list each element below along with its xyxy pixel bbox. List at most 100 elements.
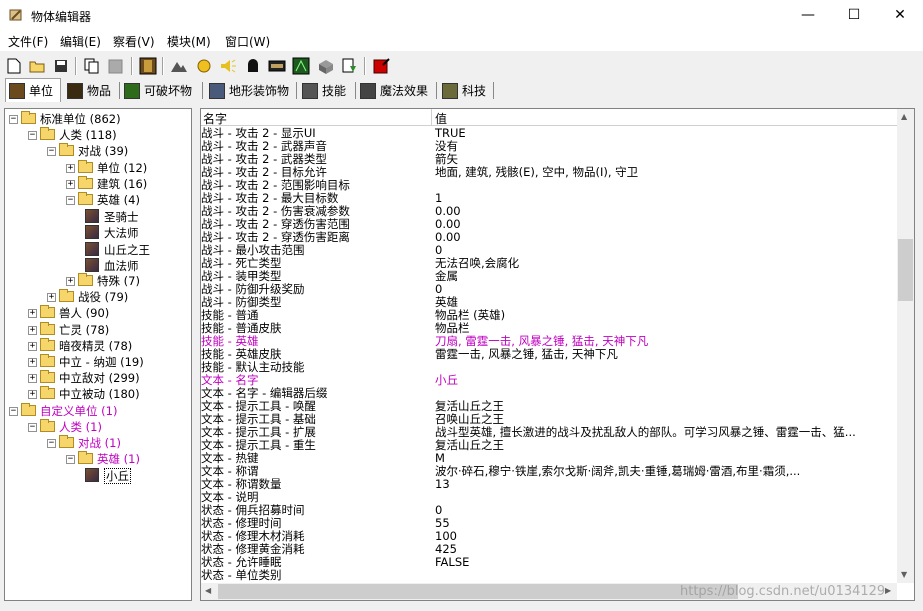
unit-editor-icon[interactable] (138, 56, 158, 76)
expand-icon[interactable]: + (28, 341, 37, 351)
new-icon[interactable] (4, 56, 24, 76)
tree-item-folder[interactable]: 单位 (12) (78, 159, 147, 176)
maximize-button[interactable]: ☐ (831, 0, 877, 30)
tree-item-folder[interactable]: 对战 (1) (59, 435, 121, 451)
table-row[interactable]: 文本 - 说明 (201, 491, 897, 504)
trigger-icon[interactable] (291, 56, 311, 76)
tree-item-folder[interactable]: 自定义单位 (1) (21, 402, 117, 419)
tab-destructibles[interactable]: 可破坏物 (121, 80, 199, 101)
tree-item-unit[interactable]: 圣骑士 (85, 209, 139, 224)
menu-file[interactable]: 文件(F) (8, 33, 48, 50)
open-icon[interactable] (27, 56, 47, 76)
tree-item-folder[interactable]: 英雄 (1) (78, 451, 140, 467)
paste-icon[interactable] (106, 56, 126, 76)
collapse-icon[interactable]: − (66, 196, 75, 205)
expand-icon[interactable]: + (28, 390, 37, 400)
menu-module[interactable]: 模块(M) (167, 33, 211, 50)
tree-item-unit[interactable]: 山丘之王 (85, 241, 150, 257)
tree-item-folder[interactable]: 对战 (39) (59, 143, 128, 159)
column-divider[interactable] (431, 109, 432, 125)
ai-icon[interactable] (340, 56, 360, 76)
tree-item-folder[interactable]: 中立被动 (180) (40, 386, 140, 402)
tree-item-folder[interactable]: 特殊 (7) (78, 273, 140, 289)
table-row[interactable]: 状态 - 允许睡眠 FALSE (201, 556, 897, 569)
tree-item-folder[interactable]: 中立 - 纳迦 (19) (40, 354, 144, 370)
table-row[interactable]: 技能 - 英雄皮肤 雷霆一击, 风暴之锤, 猛击, 天神下凡 (201, 348, 897, 361)
table-row[interactable]: 战斗 - 攻击 2 - 穿透伤害距离 0.00 (201, 231, 897, 244)
tab-abilities[interactable]: 技能 (299, 80, 353, 101)
scroll-right-icon[interactable]: ▶ (885, 586, 891, 595)
expand-icon[interactable]: + (28, 374, 37, 384)
speaker-icon[interactable] (218, 56, 238, 76)
tree-item-folder[interactable]: 人类 (1) (40, 418, 102, 435)
horizontal-scroll-thumb[interactable] (218, 584, 738, 599)
table-row[interactable]: 状态 - 修理黄金消耗 425 (201, 543, 897, 556)
tree-item-folder[interactable]: 亡灵 (78) (40, 321, 109, 338)
object-icon[interactable] (243, 56, 263, 76)
tree-item-folder[interactable]: 标准单位 (862) (21, 111, 121, 127)
expand-icon[interactable]: + (66, 163, 75, 173)
collapse-icon[interactable]: − (66, 455, 75, 465)
object-tree[interactable]: − 标准单位 (862) − 人类 (118) − 对战 (39) + 单位 (12) + 建筑 … (4, 108, 192, 601)
table-row[interactable]: 技能 - 普通 物品栏 (英雄) (201, 309, 897, 322)
tab-upgrades[interactable]: 科技 (439, 80, 493, 101)
collapse-icon[interactable]: − (9, 406, 18, 416)
expand-icon[interactable]: + (66, 179, 75, 189)
table-row[interactable]: 战斗 - 防御类型 英雄 (201, 296, 897, 309)
save-icon[interactable] (51, 56, 71, 76)
minimize-button[interactable]: — (785, 0, 831, 30)
tab-items[interactable]: 物品 (64, 80, 120, 101)
close-button[interactable]: ✕ (877, 0, 923, 30)
expand-icon[interactable]: + (47, 293, 56, 303)
tab-units[interactable]: 单位 (5, 78, 61, 102)
scroll-down-icon[interactable]: ▼ (901, 570, 907, 579)
table-row[interactable]: 状态 - 修理木材消耗 100 (201, 530, 897, 543)
expand-icon[interactable]: + (66, 277, 75, 286)
terrain-icon[interactable] (169, 56, 189, 76)
table-row[interactable]: 文本 - 称谓 波尔·碎石,穆宁·铁崖,索尔戈斯·阔斧,凯夫·重锤,葛瑞姆·雷酒,… (201, 465, 897, 478)
campaign-icon[interactable] (316, 56, 336, 76)
table-row[interactable]: 战斗 - 装甲类型 金属 (201, 270, 897, 283)
tree-item-unit[interactable]: 血法师 (85, 257, 139, 273)
expand-icon[interactable]: + (28, 309, 37, 319)
vertical-scroll-thumb[interactable] (898, 239, 913, 301)
tree-item-folder[interactable]: 人类 (118) (40, 127, 117, 143)
collapse-icon[interactable]: − (47, 439, 56, 448)
property-grid[interactable]: 名字 值 战斗 - 攻击 2 - 显示UI TRUE 战斗 - 攻击 2 - 武器声… (200, 108, 915, 601)
tree-item-folder[interactable]: 战役 (79) (59, 289, 128, 305)
scroll-up-icon[interactable]: ▲ (901, 112, 907, 121)
table-row[interactable]: 状态 - 佣兵招募时间 0 (201, 504, 897, 517)
tab-buffs[interactable]: 魔法效果 (357, 80, 435, 101)
expand-icon[interactable]: + (28, 325, 37, 335)
tree-item-folder[interactable]: 英雄 (4) (78, 192, 140, 208)
column-header-value[interactable]: 值 (435, 110, 447, 127)
tree-item-folder[interactable]: 建筑 (16) (78, 175, 147, 192)
collapse-icon[interactable]: − (9, 115, 18, 124)
menu-view[interactable]: 察看(V) (113, 33, 155, 50)
table-row[interactable]: 文本 - 称谓数量 13 (201, 478, 897, 491)
menu-window[interactable]: 窗口(W) (225, 33, 270, 50)
tab-doodads[interactable]: 地形装饰物 (206, 80, 296, 101)
menu-edit[interactable]: 编辑(E) (60, 33, 101, 50)
table-row[interactable]: 战斗 - 最小攻击范围 0 (201, 244, 897, 257)
import-icon[interactable] (267, 56, 287, 76)
table-row[interactable]: 文本 - 提示工具 - 重生 复活山丘之王 (201, 439, 897, 452)
collapse-icon[interactable]: − (47, 147, 56, 157)
table-row[interactable]: 战斗 - 死亡类型 无法召唤,会腐化 (201, 257, 897, 270)
tree-item-unit[interactable]: 大法师 (85, 225, 139, 240)
copy-icon[interactable] (82, 56, 102, 76)
column-header-name[interactable]: 名字 (203, 110, 227, 127)
tree-item-folder[interactable]: 暗夜精灵 (78) (40, 337, 132, 354)
table-row[interactable]: 状态 - 修理时间 55 (201, 517, 897, 530)
tree-item-folder[interactable]: 中立敌对 (299) (40, 370, 140, 386)
sound-icon[interactable] (194, 56, 214, 76)
collapse-icon[interactable]: − (28, 131, 37, 141)
vertical-scrollbar[interactable]: ▲ ▼ (897, 109, 914, 583)
table-row[interactable]: 战斗 - 防御升级奖励 0 (201, 283, 897, 296)
test-map-icon[interactable] (372, 56, 392, 76)
expand-icon[interactable]: + (28, 358, 37, 367)
table-row[interactable]: 技能 - 默认主动技能 (201, 361, 897, 374)
tree-item-unit[interactable]: 小丘 (85, 468, 131, 485)
scroll-left-icon[interactable]: ◀ (205, 586, 211, 595)
table-row[interactable]: 状态 - 单位类别 (201, 569, 897, 582)
